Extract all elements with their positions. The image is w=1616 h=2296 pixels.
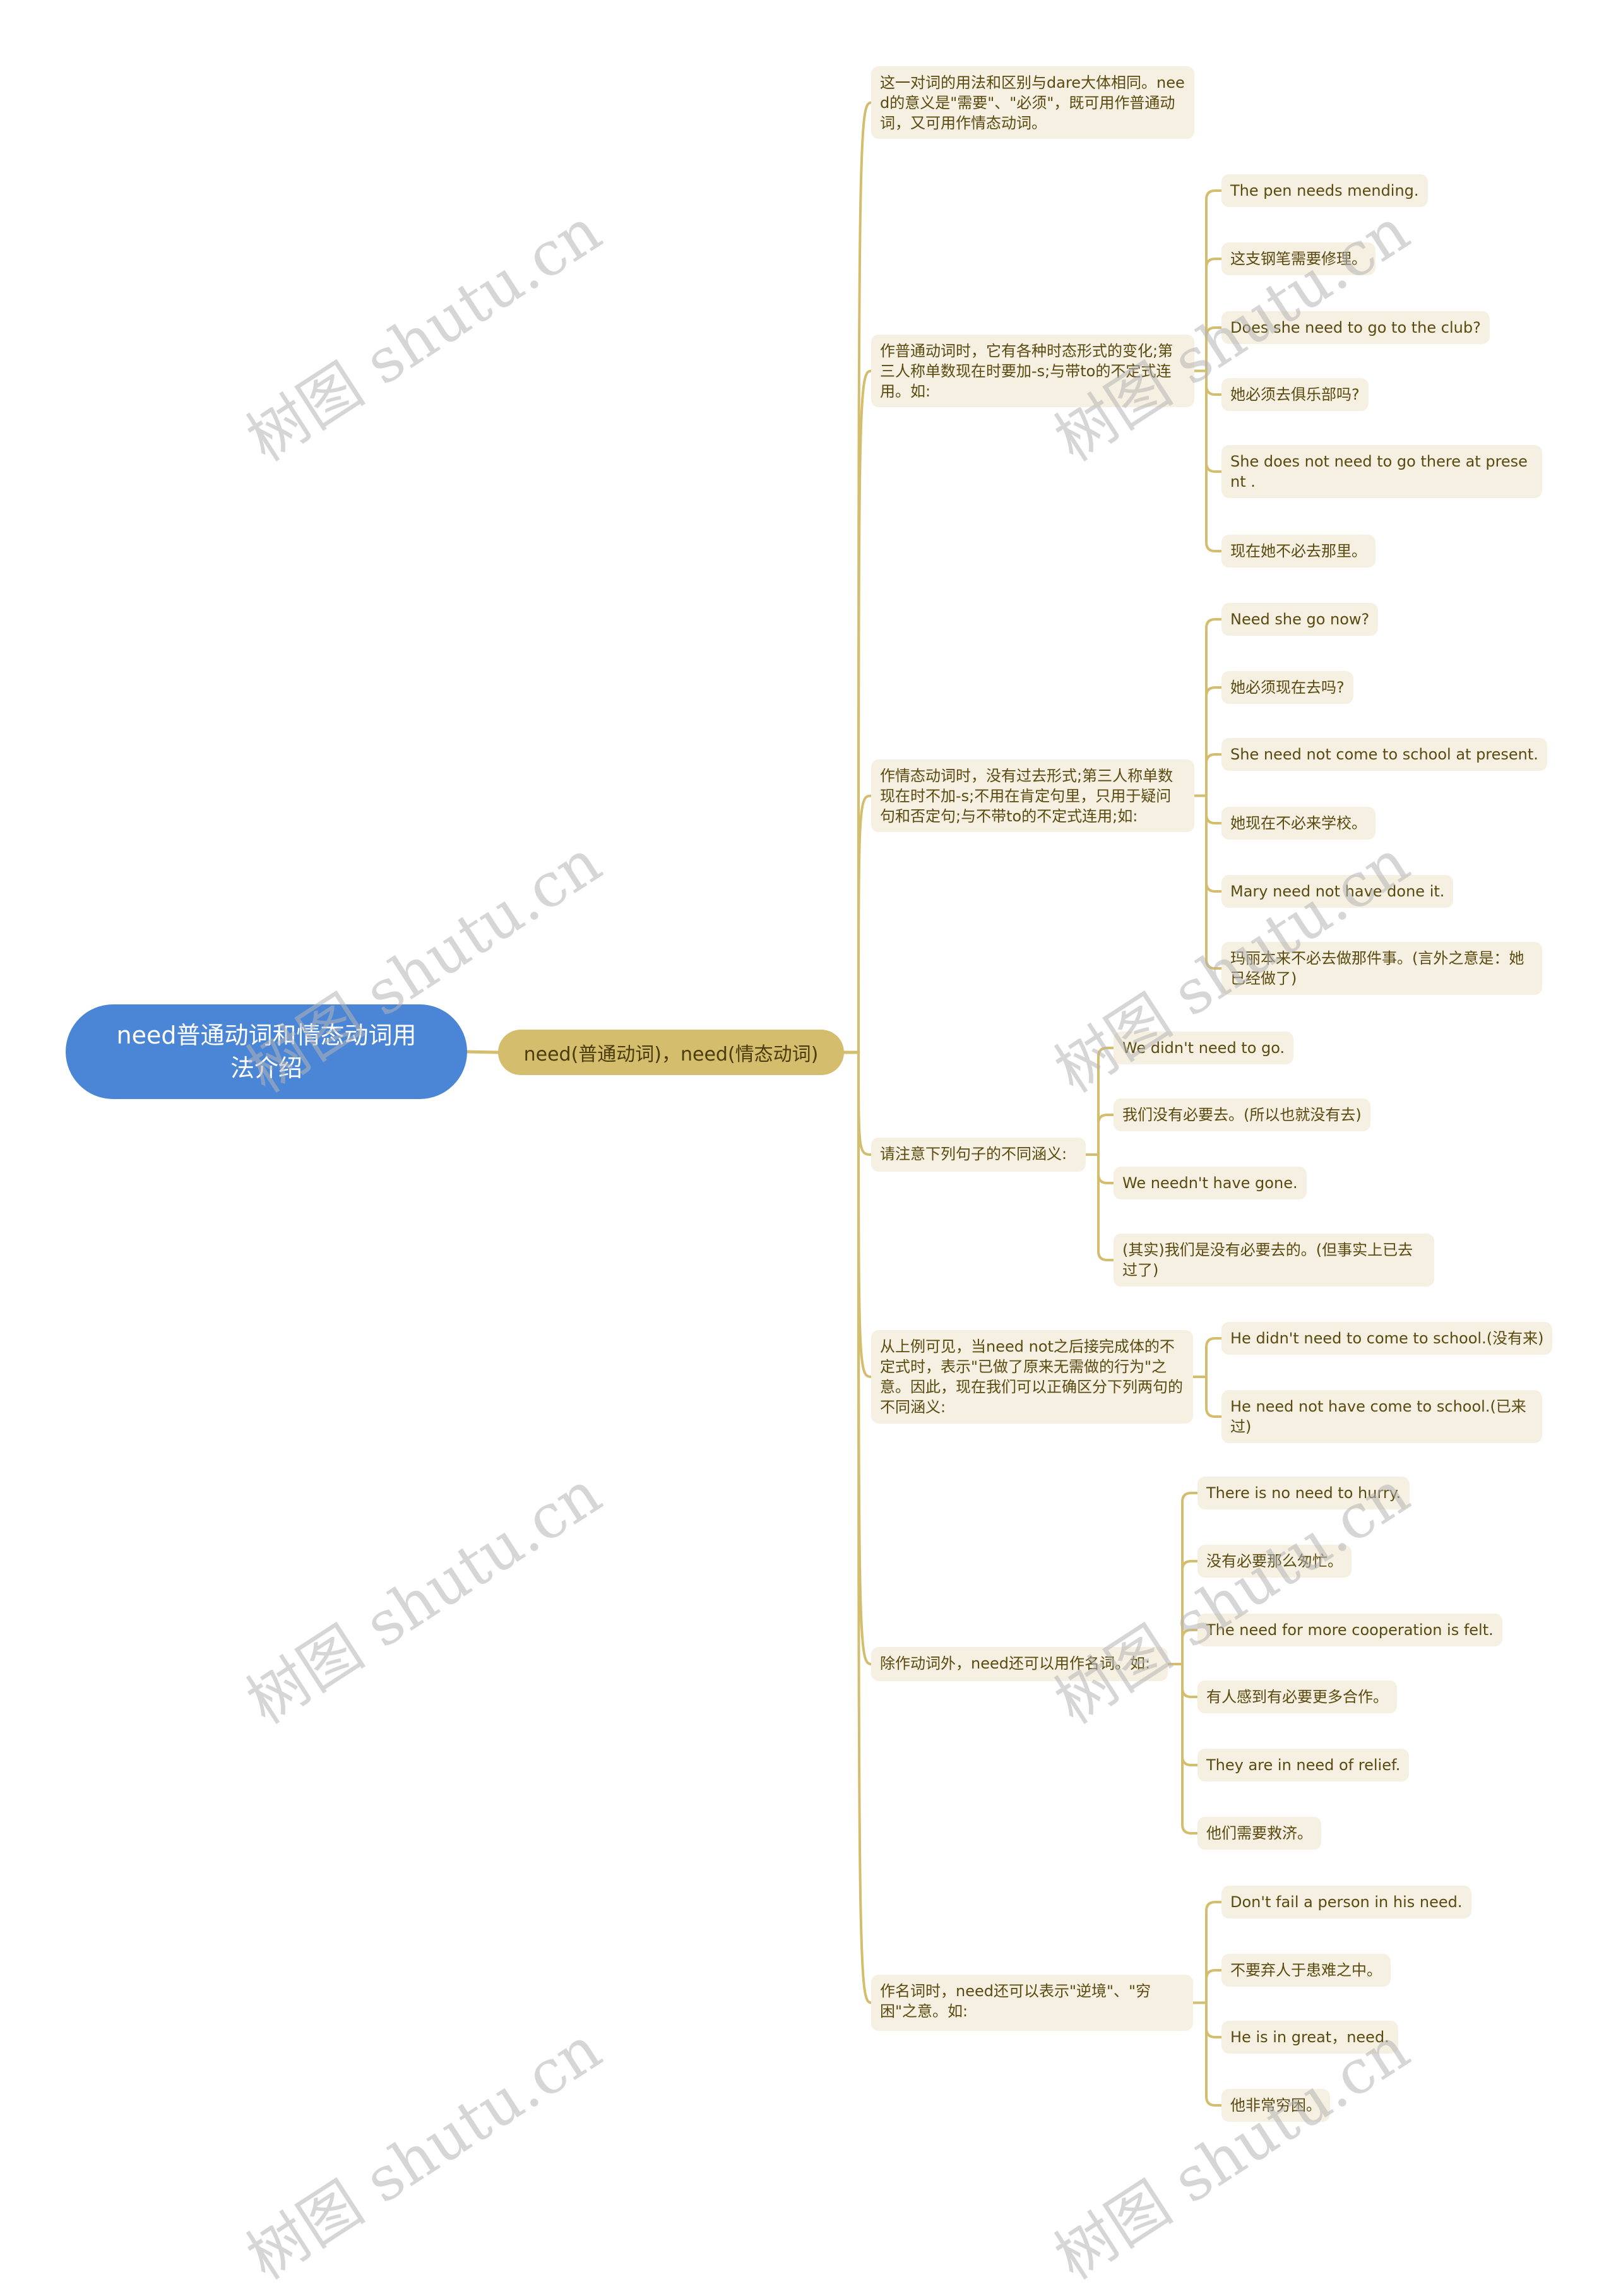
leaf-node[interactable]: He need not have come to school.(已来过) xyxy=(1221,1390,1542,1443)
mind-map-canvas: need普通动词和情态动词用法介绍 need(普通动词)，need(情态动词) … xyxy=(0,0,1616,2293)
leaf-connector xyxy=(1205,1376,1223,1418)
branch-node-ordinary-verb[interactable]: 作普通动词时，它有各种时态形式的变化;第三人称单数现在时要加-s;与带to的不定… xyxy=(871,335,1194,407)
branch-node-modal-verb[interactable]: 作情态动词时，没有过去形式;第三人称单数现在时不加-s;不用在肯定句里，只用于疑… xyxy=(871,759,1194,832)
leaf-node[interactable]: 这支钢笔需要修理。 xyxy=(1221,242,1375,275)
leaf-connector xyxy=(1181,1560,1199,1665)
leaf-connector xyxy=(1205,189,1223,372)
leaf-node[interactable]: 她现在不必来学校。 xyxy=(1221,807,1375,840)
leaf-connector xyxy=(1097,1047,1115,1156)
leaf-node[interactable]: The need for more cooperation is felt. xyxy=(1197,1614,1502,1646)
leaf-node[interactable]: (其实)我们是没有必要去的。(但事实上已去过了) xyxy=(1114,1234,1434,1287)
leaf-node[interactable]: Does she need to go to the club? xyxy=(1221,311,1490,344)
branch-node-noun-usage[interactable]: 除作动词外，need还可以用作名词。如: xyxy=(871,1647,1168,1681)
leaf-connector xyxy=(1181,1663,1199,1766)
branch-node-need-not-perfect[interactable]: 从上例可见，当need not之后接完成体的不定式时，表示"已做了原来无需做的行… xyxy=(871,1330,1193,1424)
leaf-connector xyxy=(1097,1114,1115,1156)
leaf-node[interactable]: Mary need not have done it. xyxy=(1221,875,1454,908)
leaf-node[interactable]: 没有必要那么匆忙。 xyxy=(1197,1545,1352,1578)
leaf-node[interactable]: She does not need to go there at present… xyxy=(1221,445,1542,498)
leaf-connector xyxy=(1205,794,1223,824)
leaf-connector xyxy=(1205,753,1223,797)
leaf-connector xyxy=(1181,1663,1199,1698)
hub-node-label: need(普通动词)，need(情态动词) xyxy=(523,1044,819,1066)
leaf-node[interactable]: 有人感到有必要更多合作。 xyxy=(1197,1680,1397,1713)
leaf-connector xyxy=(1205,369,1223,552)
leaf-node[interactable]: Need she go now? xyxy=(1221,603,1379,636)
leaf-connector xyxy=(1205,1337,1223,1378)
leaf-node[interactable]: Don't fail a person in his need. xyxy=(1221,1886,1471,1918)
leaf-connector xyxy=(1205,2001,1223,2038)
leaf-node[interactable]: He is in great，need. xyxy=(1221,2021,1398,2054)
root-node-label: need普通动词和情态动词用法介绍 xyxy=(116,1021,417,1082)
hub-node[interactable]: need(普通动词)，need(情态动词) xyxy=(498,1030,844,1075)
leaf-connector xyxy=(1181,1629,1199,1665)
leaf-node[interactable]: 现在她不必去那里。 xyxy=(1221,535,1375,568)
leaf-connector xyxy=(1181,1492,1199,1665)
leaf-node[interactable]: 不要弃人于患难之中。 xyxy=(1221,1954,1391,1987)
leaf-connector xyxy=(1205,794,1223,893)
leaf-node[interactable]: He didn't need to come to school.(没有来) xyxy=(1221,1322,1553,1355)
branch-connector xyxy=(857,794,874,1054)
branch-node-noun-adversity[interactable]: 作名词时，need还可以表示"逆境"、"穷困"之意。如: xyxy=(871,1975,1193,2031)
branch-connector xyxy=(857,1051,874,1156)
leaf-connector xyxy=(1097,1153,1115,1184)
leaf-node[interactable]: She need not come to school at present. xyxy=(1221,738,1547,771)
leaf-node[interactable]: 他非常穷困。 xyxy=(1221,2089,1330,2122)
leaf-connector xyxy=(1181,1663,1199,1835)
leaf-connector xyxy=(1097,1153,1115,1261)
leaf-node[interactable]: 他们需要救济。 xyxy=(1197,1817,1321,1850)
leaf-node[interactable]: 我们没有必要去。(所以也就没有去) xyxy=(1114,1098,1370,1131)
leaf-node[interactable]: There is no need to hurry. xyxy=(1197,1477,1410,1509)
leaf-node[interactable]: 她必须现在去吗? xyxy=(1221,671,1353,704)
branch-node-meaning-difference[interactable]: 请注意下列句子的不同涵义: xyxy=(871,1138,1086,1172)
leaf-connector xyxy=(1205,2001,1223,2107)
leaf-node[interactable]: 她必须去俱乐部吗? xyxy=(1221,378,1369,411)
leaf-connector xyxy=(1205,1969,1223,2004)
leaf-node[interactable]: They are in need of relief. xyxy=(1197,1749,1410,1781)
root-node[interactable]: need普通动词和情态动词用法介绍 xyxy=(66,1004,467,1099)
leaf-connector xyxy=(1205,369,1223,473)
leaf-node[interactable]: We needn't have gone. xyxy=(1114,1167,1307,1199)
leaf-connector xyxy=(1205,618,1223,797)
branch-connector xyxy=(857,101,874,1054)
branch-connector xyxy=(857,1051,874,1378)
leaf-connector xyxy=(1205,1901,1223,2004)
leaf-connector xyxy=(1205,369,1223,396)
branch-connector xyxy=(857,369,874,1054)
leaf-connector xyxy=(1205,258,1223,372)
leaf-node[interactable]: We didn't need to go. xyxy=(1114,1032,1294,1064)
leaf-node[interactable]: 玛丽本来不必去做那件事。(言外之意是：她已经做了) xyxy=(1221,942,1542,995)
leaf-connector xyxy=(1205,686,1223,797)
branch-node-overview[interactable]: 这一对词的用法和区别与dare大体相同。need的意义是"需要"、"必须"，既可… xyxy=(871,66,1194,139)
leaf-node[interactable]: The pen needs mending. xyxy=(1221,174,1428,207)
leaf-connector xyxy=(1205,326,1223,372)
